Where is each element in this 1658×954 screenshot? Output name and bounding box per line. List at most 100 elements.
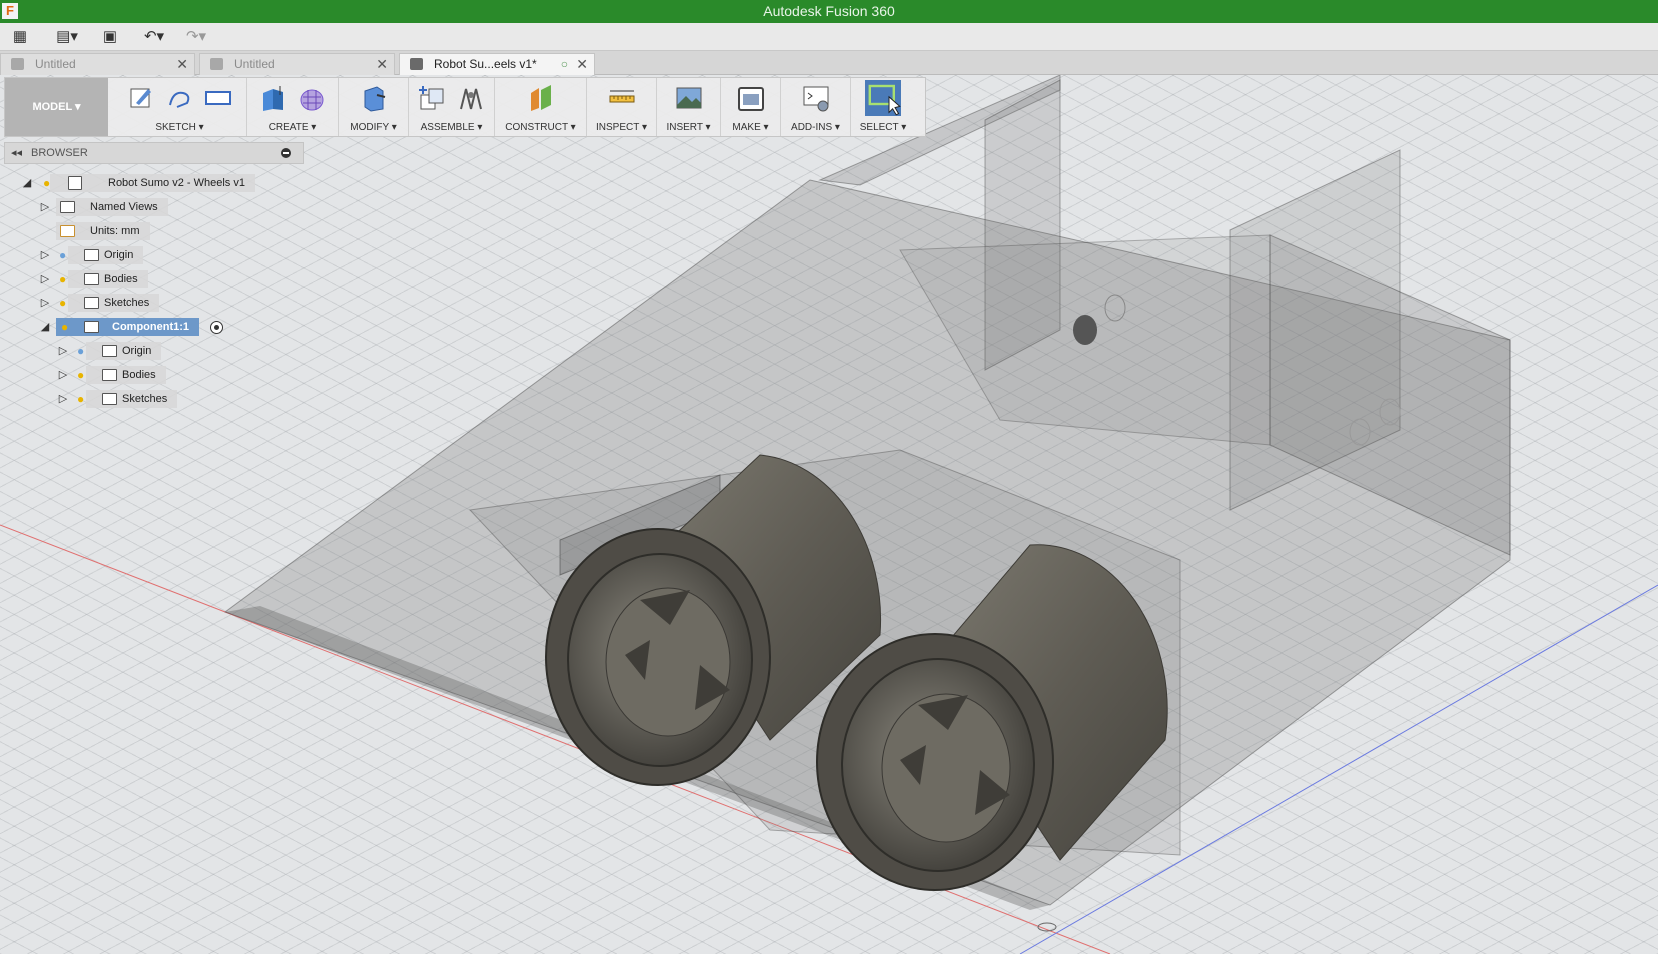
tree-item-component1[interactable]: ◢ Component1:1 ● bbox=[38, 317, 228, 337]
assemble-menu-label[interactable]: ASSEMBLE ▾ bbox=[409, 122, 494, 133]
make-3d-print-icon[interactable] bbox=[736, 83, 766, 113]
document-tab-active[interactable]: Robot Su...eels v1* ○ ✕ bbox=[399, 53, 595, 75]
tree-item-label[interactable]: Bodies bbox=[68, 270, 148, 288]
folder-icon bbox=[102, 393, 117, 405]
expand-toggle-icon[interactable]: ▷ bbox=[56, 389, 70, 409]
visibility-bulb-icon[interactable]: ● bbox=[59, 296, 71, 310]
close-tab-icon[interactable]: ✕ bbox=[376, 54, 388, 74]
document-tab-label: Untitled bbox=[35, 57, 76, 71]
browser-panel-header[interactable]: ◂◂ BROWSER bbox=[4, 142, 304, 164]
folder-icon bbox=[102, 369, 117, 381]
sketch-rectangle-icon[interactable] bbox=[203, 83, 233, 113]
construct-group[interactable]: CONSTRUCT ▾ bbox=[495, 78, 587, 136]
graphics-viewport[interactable] bbox=[0, 75, 1658, 954]
expand-toggle-icon[interactable]: ◢ bbox=[38, 317, 52, 337]
visibility-bulb-icon[interactable]: ● bbox=[77, 368, 89, 382]
component-icon bbox=[84, 321, 99, 333]
document-tab[interactable]: Untitled ✕ bbox=[0, 53, 195, 75]
folder-icon bbox=[102, 345, 117, 357]
measure-icon[interactable] bbox=[607, 83, 637, 113]
assemble-group[interactable]: ASSEMBLE ▾ bbox=[409, 78, 495, 136]
make-group[interactable]: MAKE ▾ bbox=[721, 78, 781, 136]
inspect-group[interactable]: INSPECT ▾ bbox=[587, 78, 657, 136]
model-scene[interactable] bbox=[0, 75, 1658, 954]
folder-icon bbox=[84, 297, 99, 309]
expand-toggle-icon[interactable]: ▷ bbox=[56, 341, 70, 361]
visibility-bulb-icon[interactable]: ● bbox=[61, 320, 73, 334]
insert-group[interactable]: INSERT ▾ bbox=[657, 78, 721, 136]
close-tab-icon[interactable]: ✕ bbox=[576, 54, 588, 74]
offset-plane-icon[interactable] bbox=[526, 83, 556, 113]
form-icon[interactable] bbox=[297, 83, 327, 113]
tree-item-label[interactable]: Component1:1 bbox=[56, 318, 199, 336]
modify-menu-label[interactable]: MODIFY ▾ bbox=[339, 122, 408, 133]
main-toolbar: MODEL ▾ SKETCH ▾ CREATE ▾ MODIFY ▾ ASSEM… bbox=[4, 77, 926, 137]
expand-toggle-icon[interactable]: ▷ bbox=[56, 365, 70, 385]
undo-icon[interactable]: ↶▾ bbox=[138, 27, 170, 47]
select-menu-label[interactable]: SELECT ▾ bbox=[851, 122, 915, 133]
units-icon bbox=[60, 225, 75, 237]
document-cube-icon bbox=[410, 58, 423, 70]
close-tab-icon[interactable]: ✕ bbox=[176, 54, 188, 74]
new-component-icon[interactable] bbox=[417, 83, 447, 113]
tree-item-label[interactable]: Origin bbox=[68, 246, 144, 264]
sketch-line-icon[interactable] bbox=[165, 83, 195, 113]
insert-image-icon[interactable] bbox=[674, 83, 704, 113]
visibility-bulb-off-icon[interactable]: ● bbox=[59, 248, 71, 262]
select-icon[interactable] bbox=[864, 80, 902, 116]
inspect-menu-label[interactable]: INSPECT ▾ bbox=[587, 122, 656, 133]
document-tab-label: Robot Su...eels v1* bbox=[434, 57, 537, 71]
insert-menu-label[interactable]: INSERT ▾ bbox=[657, 122, 720, 133]
fusion-logo-icon: F bbox=[2, 3, 18, 19]
visibility-bulb-icon[interactable]: ● bbox=[59, 272, 71, 286]
visibility-bulb-icon[interactable]: ● bbox=[43, 176, 55, 190]
document-cube-icon bbox=[210, 58, 223, 70]
folder-icon bbox=[60, 201, 75, 213]
file-menu-icon[interactable]: ▤▾ bbox=[52, 27, 82, 47]
create-group[interactable]: CREATE ▾ bbox=[247, 78, 339, 136]
tree-item-label[interactable]: Origin bbox=[86, 342, 162, 360]
folder-icon bbox=[84, 249, 99, 261]
scripts-addins-icon[interactable] bbox=[801, 83, 831, 113]
window-title: Autodesk Fusion 360 bbox=[763, 3, 895, 19]
document-tab-label: Untitled bbox=[234, 57, 275, 71]
joint-icon[interactable] bbox=[456, 83, 486, 113]
visibility-bulb-off-icon[interactable]: ● bbox=[77, 344, 89, 358]
expand-toggle-icon[interactable]: ▷ bbox=[38, 245, 52, 265]
add-ins-menu-label[interactable]: ADD-INS ▾ bbox=[781, 122, 850, 133]
minimize-icon[interactable] bbox=[281, 148, 291, 158]
create-menu-label[interactable]: CREATE ▾ bbox=[247, 122, 338, 133]
press-pull-icon[interactable] bbox=[359, 83, 389, 113]
redo-icon[interactable]: ↷▾ bbox=[180, 27, 212, 47]
workspace-switcher-button[interactable]: MODEL ▾ bbox=[5, 78, 108, 136]
modify-group[interactable]: MODIFY ▾ bbox=[339, 78, 409, 136]
extrude-icon[interactable] bbox=[258, 83, 288, 113]
browser-title: BROWSER bbox=[31, 147, 88, 159]
sketch-create-icon[interactable] bbox=[126, 83, 156, 113]
make-menu-label[interactable]: MAKE ▾ bbox=[721, 122, 780, 133]
expand-toggle-icon[interactable]: ▷ bbox=[38, 293, 52, 313]
tree-item-label[interactable]: Bodies bbox=[86, 366, 166, 384]
select-group[interactable]: SELECT ▾ bbox=[851, 78, 915, 136]
save-icon[interactable]: ▣ bbox=[100, 27, 120, 47]
expand-toggle-icon[interactable]: ▷ bbox=[38, 197, 52, 217]
collapse-browser-icon[interactable]: ◂◂ bbox=[11, 143, 22, 163]
sketch-menu-label[interactable]: SKETCH ▾ bbox=[113, 122, 246, 133]
document-tab[interactable]: Untitled ✕ bbox=[199, 53, 395, 75]
tree-item-label[interactable]: Sketches bbox=[86, 390, 178, 408]
document-tab-bar: Untitled ✕ Untitled ✕ Robot Su...eels v1… bbox=[0, 51, 1658, 75]
sketch-group[interactable]: SKETCH ▾ bbox=[113, 78, 247, 136]
activate-component-radio-icon[interactable] bbox=[210, 321, 223, 334]
mount-hole bbox=[1073, 315, 1097, 345]
construct-menu-label[interactable]: CONSTRUCT ▾ bbox=[495, 122, 586, 133]
visibility-bulb-icon[interactable]: ● bbox=[77, 392, 89, 406]
data-panel-icon[interactable]: ▦ bbox=[8, 27, 32, 47]
tree-item-label[interactable]: Sketches bbox=[68, 294, 160, 312]
expand-toggle-icon[interactable]: ◢ bbox=[20, 173, 34, 193]
expand-toggle-icon[interactable]: ▷ bbox=[38, 269, 52, 289]
unsaved-indicator-icon: ○ bbox=[560, 57, 568, 71]
document-cube-icon bbox=[11, 58, 24, 70]
add-ins-group[interactable]: ADD-INS ▾ bbox=[781, 78, 851, 136]
title-bar: F Autodesk Fusion 360 bbox=[0, 0, 1658, 23]
quick-access-toolbar: ▦ ▤▾ ▣ ↶▾ ↷▾ bbox=[0, 23, 1658, 51]
